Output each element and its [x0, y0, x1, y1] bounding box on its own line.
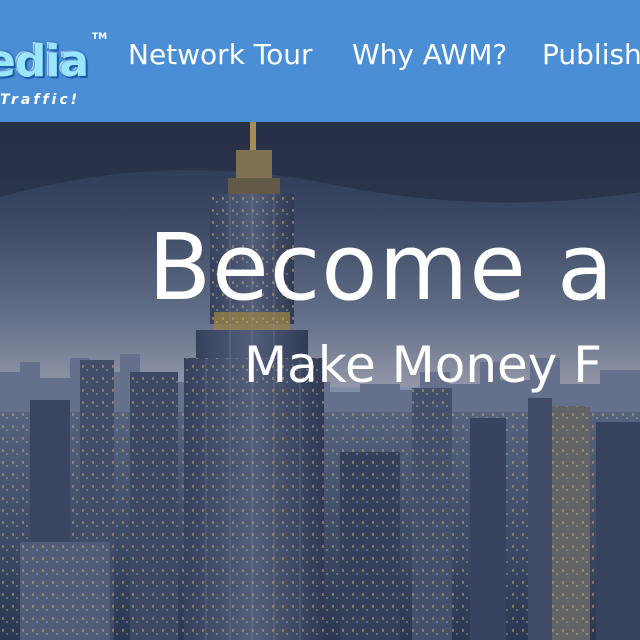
trademark-mark: TM — [92, 32, 108, 42]
awm-logo[interactable]: edia TM Traffic! — [0, 22, 107, 112]
hero-subtitle: Make Money F — [244, 336, 603, 394]
hero-title: Become a — [148, 214, 615, 321]
nav-publish[interactable]: Publish — [542, 38, 640, 71]
logo-wordmark: edia — [0, 36, 89, 87]
site-header: edia TM Traffic! Network Tour Why AWM? P… — [0, 0, 640, 122]
nav-network-tour[interactable]: Network Tour — [128, 38, 313, 71]
nav-why-awm[interactable]: Why AWM? — [352, 38, 507, 71]
logo-tagline: Traffic! — [0, 92, 81, 108]
hero-banner: Become a Make Money F — [0, 122, 640, 640]
